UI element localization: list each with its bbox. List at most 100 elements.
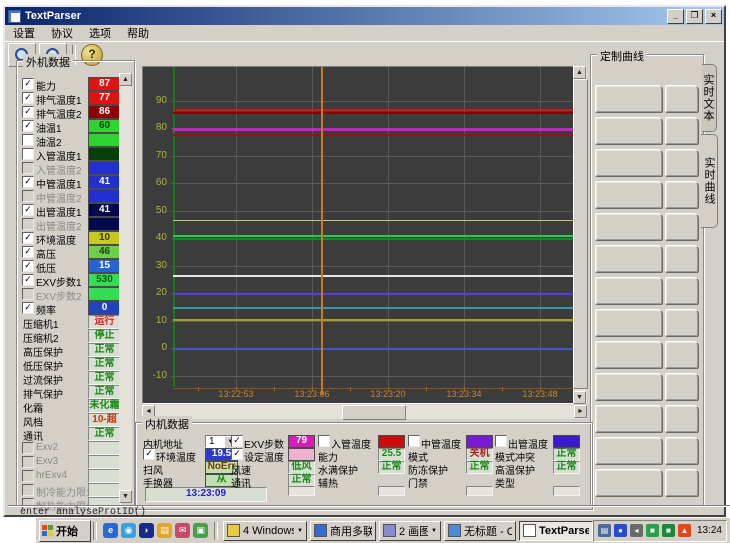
checkbox[interactable]: ✓	[22, 302, 34, 314]
status-box: 正常	[88, 371, 121, 385]
custom-curve-slot-button[interactable]	[665, 213, 699, 241]
sidebar-scroll-down-icon[interactable]: ▼	[119, 490, 132, 503]
custom-curve-slot-button[interactable]	[665, 469, 699, 497]
custom-curve-button[interactable]	[595, 245, 663, 273]
explorer-icon[interactable]: ▣	[193, 523, 208, 538]
scroll-up-icon[interactable]: ▲	[573, 66, 586, 79]
tray-network-icon[interactable]: ●	[614, 524, 627, 537]
taskbar-task-button[interactable]: 商用多联机...	[310, 521, 376, 541]
sidebar-row: 入管温度1	[21, 147, 131, 160]
custom-curve-slot-button[interactable]	[665, 437, 699, 465]
scroll-right-icon[interactable]: ►	[574, 405, 587, 418]
menu-item[interactable]: 选项	[81, 24, 119, 42]
custom-curve-button[interactable]	[595, 341, 663, 369]
menu-item[interactable]: 设置	[5, 24, 43, 42]
checkbox[interactable]	[495, 435, 507, 447]
chart-plot[interactable]: 9080706050403020100-1013:22:5313:23:0613…	[142, 66, 574, 404]
custom-curve-slot-button[interactable]	[665, 85, 699, 113]
sidebar-scroll-up-icon[interactable]: ▲	[119, 73, 132, 86]
indoor-value-badge	[553, 435, 580, 448]
custom-curve-button[interactable]	[595, 277, 663, 305]
checkbox[interactable]	[22, 134, 34, 146]
minimize-button[interactable]: _	[667, 9, 684, 24]
tab-realtime-curve[interactable]: 实时曲线	[701, 134, 718, 228]
custom-curve-button[interactable]	[595, 149, 663, 177]
checkbox[interactable]: ✓	[22, 78, 34, 90]
checkbox[interactable]	[408, 435, 420, 447]
scroll-down-icon[interactable]: ▼	[573, 391, 586, 404]
custom-curve-button[interactable]	[595, 309, 663, 337]
y-axis-label: 70	[143, 150, 167, 161]
custom-curve-slot-button[interactable]	[665, 117, 699, 145]
status-box: 停止	[88, 329, 121, 343]
checkbox[interactable]: ✓	[22, 246, 34, 258]
chart-hscrollbar[interactable]: ◄ ►	[142, 405, 587, 419]
checkbox[interactable]: ✓	[22, 120, 34, 132]
custom-curve-button[interactable]	[595, 181, 663, 209]
series-pipe-temp-dark-green	[173, 238, 573, 240]
titlebar[interactable]: TextParser _❐×	[5, 7, 724, 25]
custom-curve-button[interactable]	[595, 213, 663, 241]
chart-vscrollbar[interactable]: ▲ ▼	[573, 66, 587, 404]
taskbar-task-button[interactable]: 无标题 - C...	[444, 521, 516, 541]
custom-curve-slot-button[interactable]	[665, 149, 699, 177]
ie-icon[interactable]: e	[103, 523, 118, 538]
close-button[interactable]: ×	[705, 9, 722, 24]
checkbox[interactable]: ✓	[143, 448, 155, 460]
tray-hide-icon[interactable]: ◂	[630, 524, 643, 537]
sidebar-row: 高压保护正常	[21, 343, 131, 356]
restore-button[interactable]: ❐	[686, 9, 703, 24]
value-badge: 46	[88, 245, 121, 259]
checkbox[interactable]: ✓	[22, 232, 34, 244]
taskbar-task-button[interactable]: TextParser	[519, 521, 593, 541]
custom-curve-button[interactable]	[595, 117, 663, 145]
tray-app-green-icon[interactable]: ■	[646, 524, 659, 537]
checkbox[interactable]: ✓	[22, 274, 34, 286]
vscroll-thumb[interactable]	[573, 79, 588, 389]
menu-item[interactable]: 协议	[43, 24, 81, 42]
checkbox[interactable]: ✓	[22, 176, 34, 188]
sidebar-row: ✓高压46	[21, 245, 131, 258]
tab-realtime-text[interactable]: 实时文本	[702, 64, 717, 132]
tray-download-icon[interactable]: ▲	[678, 524, 691, 537]
checkbox[interactable]: ✓	[231, 448, 243, 460]
tray-app-green2-icon[interactable]: ■	[662, 524, 675, 537]
custom-curve-button[interactable]	[595, 405, 663, 433]
mail-icon[interactable]: ✉	[175, 523, 190, 538]
checkbox[interactable]	[22, 148, 34, 160]
custom-curve-button[interactable]	[595, 373, 663, 401]
custom-curve-button[interactable]	[595, 437, 663, 465]
taskbar-task-button[interactable]: 4 Windows ...▼	[223, 521, 307, 541]
custom-curve-slot-button[interactable]	[665, 181, 699, 209]
menu-item[interactable]: 帮助	[119, 24, 157, 42]
checkbox	[22, 470, 34, 482]
hscroll-thumb[interactable]	[342, 405, 406, 420]
custom-curve-button[interactable]	[595, 469, 663, 497]
custom-curve-slot-button[interactable]	[665, 373, 699, 401]
custom-curve-button[interactable]	[595, 85, 663, 113]
checkbox[interactable]: ✓	[231, 435, 243, 447]
value-badge: 41	[88, 203, 121, 217]
tray-device-icon[interactable]: ▤	[598, 524, 611, 537]
indoor-label: 辅热	[318, 475, 338, 490]
checkbox[interactable]	[318, 435, 330, 447]
chart-gridline	[171, 266, 573, 267]
messenger-icon[interactable]: ◗	[139, 523, 154, 538]
checkbox[interactable]: ✓	[22, 260, 34, 272]
start-label: 开始	[56, 523, 78, 539]
custom-curve-slot-button[interactable]	[665, 341, 699, 369]
checkbox[interactable]: ✓	[22, 204, 34, 216]
checkbox[interactable]: ✓	[22, 106, 34, 118]
notes-icon[interactable]: ▤	[157, 523, 172, 538]
custom-curve-slot-button[interactable]	[665, 405, 699, 433]
custom-curve-slot-button[interactable]	[665, 309, 699, 337]
media-player-icon[interactable]: ◉	[121, 523, 136, 538]
checkbox[interactable]: ✓	[22, 92, 34, 104]
custom-curve-slot-button[interactable]	[665, 245, 699, 273]
start-button[interactable]: 开始	[39, 520, 91, 542]
custom-curve-slot-button[interactable]	[665, 277, 699, 305]
taskbar-task-button[interactable]: 2 画图▼	[379, 521, 441, 541]
sidebar-scrollbar[interactable]	[119, 73, 132, 503]
indoor-mini-box	[378, 486, 405, 496]
quick-launch: e◉◗▤✉▣	[103, 523, 208, 538]
